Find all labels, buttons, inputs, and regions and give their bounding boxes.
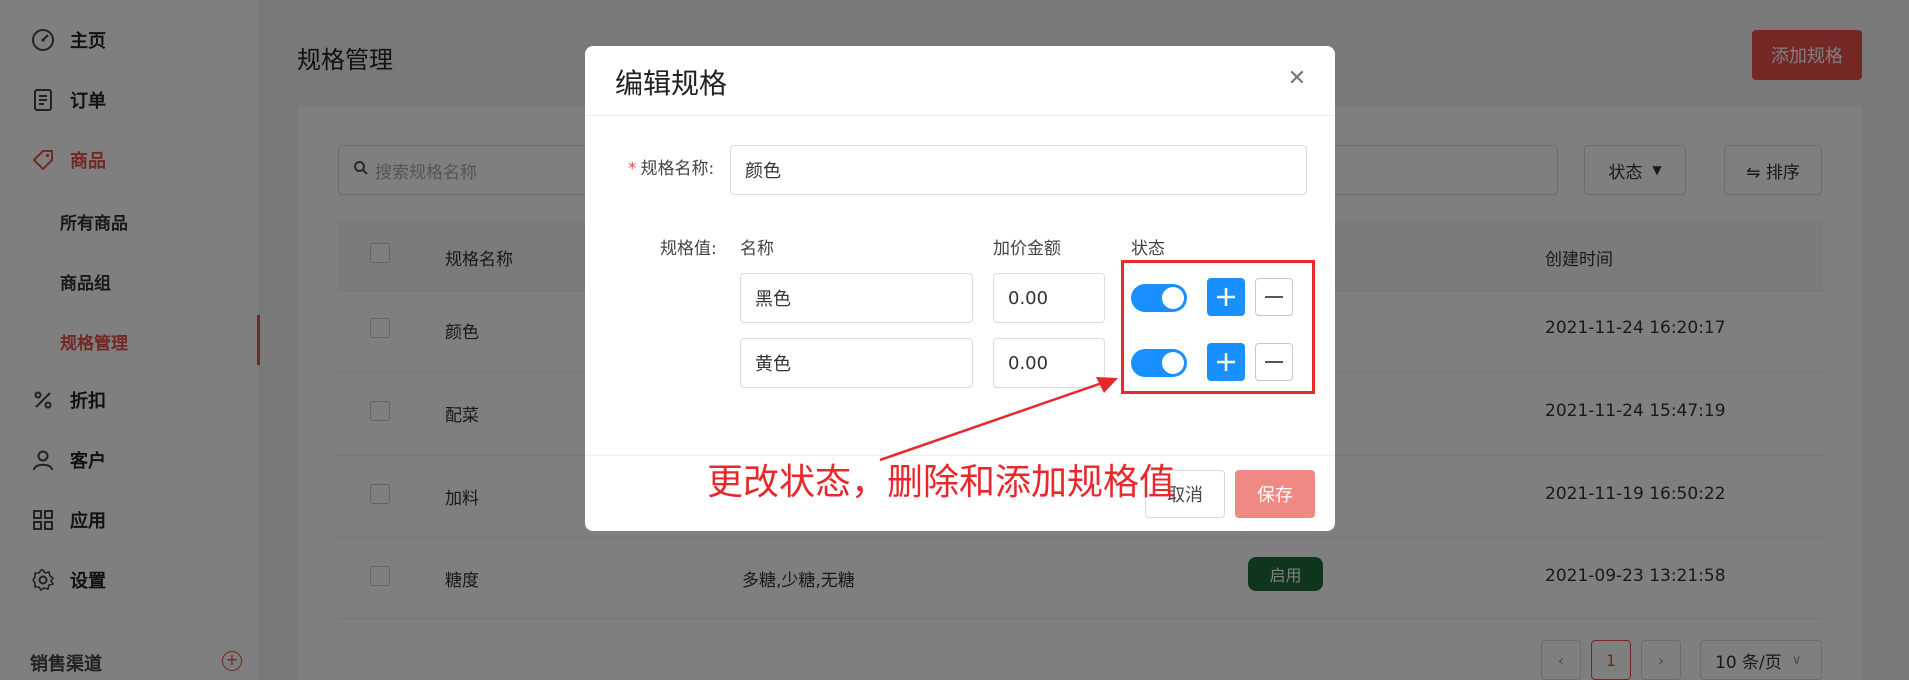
value-name-input[interactable]: 黄色	[740, 338, 973, 388]
spec-name-label-text: 规格名称:	[640, 159, 715, 179]
spec-name-label: * 规格名称:	[628, 154, 714, 179]
col-value-status: 状态	[1131, 239, 1165, 259]
value-price-input[interactable]: 0.00	[993, 273, 1105, 323]
spec-values-label: 规格值:	[660, 239, 717, 259]
close-icon[interactable]: ✕	[1285, 68, 1309, 92]
col-value-price: 加价金额	[993, 239, 1061, 259]
value-name-input[interactable]: 黑色	[740, 273, 973, 323]
annotation-text: 更改状态，删除和添加规格值	[707, 462, 1176, 503]
annotation-highlight-box	[1121, 260, 1315, 394]
save-button[interactable]: 保存	[1235, 470, 1315, 518]
spec-name-input[interactable]: 颜色	[730, 145, 1307, 195]
dialog-title: 编辑规格	[615, 67, 728, 100]
required-mark: *	[628, 159, 637, 179]
value-price-input[interactable]: 0.00	[993, 338, 1105, 388]
dialog-header: 编辑规格 ✕	[585, 46, 1335, 116]
col-value-name: 名称	[740, 239, 774, 259]
